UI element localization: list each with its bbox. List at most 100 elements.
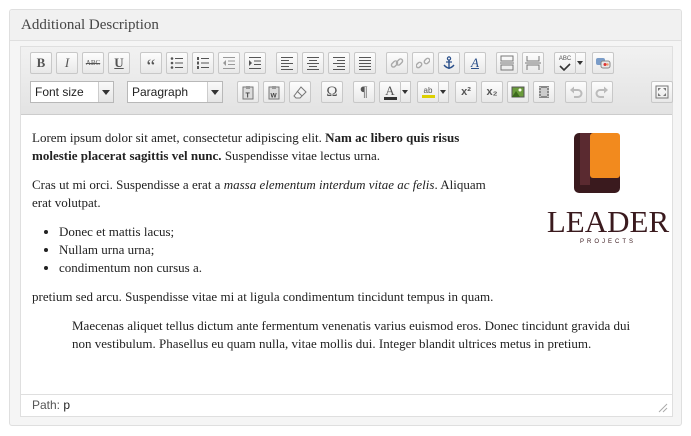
logo-mark-icon: LEADER PROJECTS — [547, 133, 670, 245]
path-label: Path: — [32, 398, 61, 412]
styles-icon: A — [471, 55, 479, 70]
paragraph-2-text: Cras ut mi orci. Suspendisse a erat a — [32, 177, 224, 192]
chevron-down-icon — [98, 82, 113, 102]
numbered-list-button[interactable] — [192, 52, 214, 74]
paragraph-mark-button[interactable]: ¶ — [353, 81, 375, 103]
strikethrough-button[interactable]: ABC — [82, 52, 104, 74]
anchor-icon — [443, 56, 455, 69]
redo-icon — [595, 86, 608, 98]
paste-word-button[interactable]: W — [263, 81, 285, 103]
align-justify-button[interactable] — [354, 52, 376, 74]
bold-button[interactable]: B — [30, 52, 52, 74]
bold-icon: B — [36, 55, 46, 70]
editor-status-bar: Path: p — [21, 394, 672, 416]
leader-projects-logo: LEADER PROJECTS — [528, 129, 688, 249]
logo-name: LEADER — [547, 204, 670, 239]
styles-button[interactable]: A — [464, 52, 486, 74]
undo-icon — [570, 86, 583, 98]
align-right-button[interactable] — [328, 52, 350, 74]
paragraph-1-text: Lorem ipsum dolor sit amet, consectetur … — [32, 130, 326, 145]
resize-grip-icon[interactable] — [656, 401, 668, 413]
spellcheck-button[interactable]: ABC — [554, 52, 576, 74]
superscript-button[interactable]: x² — [455, 81, 477, 103]
page-break-icon — [525, 56, 541, 70]
undo-button[interactable] — [565, 81, 587, 103]
subscript-icon: x₂ — [486, 86, 498, 98]
redo-button[interactable] — [591, 81, 613, 103]
blockquote-button[interactable]: “ — [140, 52, 162, 78]
image-icon — [511, 86, 525, 98]
rich-text-editor: B I ABC U “ A ABC Font size Paragraph T … — [20, 46, 673, 417]
align-right-icon — [333, 57, 345, 70]
text-color-button[interactable]: A — [379, 81, 401, 103]
paragraph-2: Cras ut mi orci. Suspendisse a erat a ma… — [32, 176, 492, 212]
italic-button[interactable]: I — [56, 52, 78, 74]
fullscreen-icon — [655, 85, 669, 99]
special-character-button[interactable]: Ω — [321, 81, 343, 103]
align-justify-icon — [359, 57, 371, 70]
chevron-down-icon — [207, 82, 222, 102]
film-icon — [539, 86, 549, 98]
paragraph-1-end: Suspendisse vitae lectus urna. — [221, 148, 381, 163]
path-element-p[interactable]: p — [63, 398, 70, 412]
logo-tagline: PROJECTS — [580, 239, 636, 245]
paste-text-button[interactable]: T — [237, 81, 259, 103]
spellcheck-label: ABC — [558, 55, 572, 62]
omega-icon: Ω — [326, 83, 338, 100]
more-tag-icon — [500, 55, 514, 71]
text-color-icon: A — [385, 83, 395, 98]
format-value: Paragraph — [132, 85, 189, 99]
text-color-dropdown-arrow[interactable] — [401, 81, 411, 103]
highlight-color-button[interactable]: ab — [417, 81, 439, 103]
list-item: condimentum non cursus a. — [59, 259, 652, 277]
additional-description-panel: Additional Description B I ABC U “ A ABC… — [9, 9, 682, 426]
subscript-button[interactable]: x₂ — [481, 81, 503, 103]
indent-button[interactable] — [244, 52, 266, 74]
pilcrow-icon: ¶ — [360, 83, 368, 100]
svg-text:W: W — [271, 92, 278, 99]
check-icon — [559, 62, 571, 71]
format-select[interactable]: Paragraph — [127, 81, 223, 103]
paste-word-icon: W — [268, 85, 280, 99]
font-size-select[interactable]: Font size — [30, 81, 114, 103]
fullscreen-button[interactable] — [651, 81, 673, 103]
link-icon — [390, 58, 404, 68]
underline-icon: U — [114, 55, 124, 70]
kitchen-sink-icon — [596, 58, 611, 69]
italic-text: massa elementum interdum vitae ac felis — [223, 177, 435, 192]
unlink-button[interactable] — [412, 52, 434, 74]
toggle-kitchen-sink-button[interactable] — [592, 52, 614, 74]
highlight-color-dropdown-arrow[interactable] — [439, 81, 449, 103]
underline-button[interactable]: U — [108, 52, 130, 74]
numbered-list-icon — [197, 57, 209, 69]
spellcheck-dropdown-arrow[interactable] — [576, 52, 586, 74]
highlight-icon: ab — [423, 86, 433, 95]
quote-icon: “ — [146, 55, 156, 78]
insert-more-button[interactable] — [496, 52, 518, 74]
align-left-icon — [281, 57, 293, 70]
clear-formatting-button[interactable] — [289, 81, 311, 103]
anchor-button[interactable] — [438, 52, 460, 74]
paste-text-icon: T — [242, 85, 254, 99]
editor-toolbar: B I ABC U “ A ABC Font size Paragraph T … — [21, 47, 673, 115]
page-break-button[interactable] — [522, 52, 544, 74]
outdent-icon — [223, 57, 235, 69]
insert-media-button[interactable] — [533, 81, 555, 103]
insert-link-button[interactable] — [386, 52, 408, 74]
superscript-icon: x² — [461, 86, 471, 98]
editor-content-area[interactable]: Lorem ipsum dolor sit amet, consectetur … — [32, 129, 669, 353]
paragraph-3: pretium sed arcu. Suspendisse vitae mi a… — [32, 289, 494, 304]
indent-icon — [249, 57, 261, 69]
strikethrough-icon: ABC — [85, 59, 101, 67]
align-center-icon — [307, 57, 319, 70]
align-center-button[interactable] — [302, 52, 324, 74]
panel-title: Additional Description — [10, 10, 681, 41]
bullet-list-button[interactable] — [166, 52, 188, 74]
bullet-list-icon — [170, 57, 183, 69]
paragraph-1: Lorem ipsum dolor sit amet, consectetur … — [32, 129, 492, 165]
unlink-icon — [416, 57, 430, 69]
insert-image-button[interactable] — [507, 81, 529, 103]
font-size-value: Font size — [35, 85, 84, 99]
align-left-button[interactable] — [276, 52, 298, 74]
outdent-button[interactable] — [218, 52, 240, 74]
